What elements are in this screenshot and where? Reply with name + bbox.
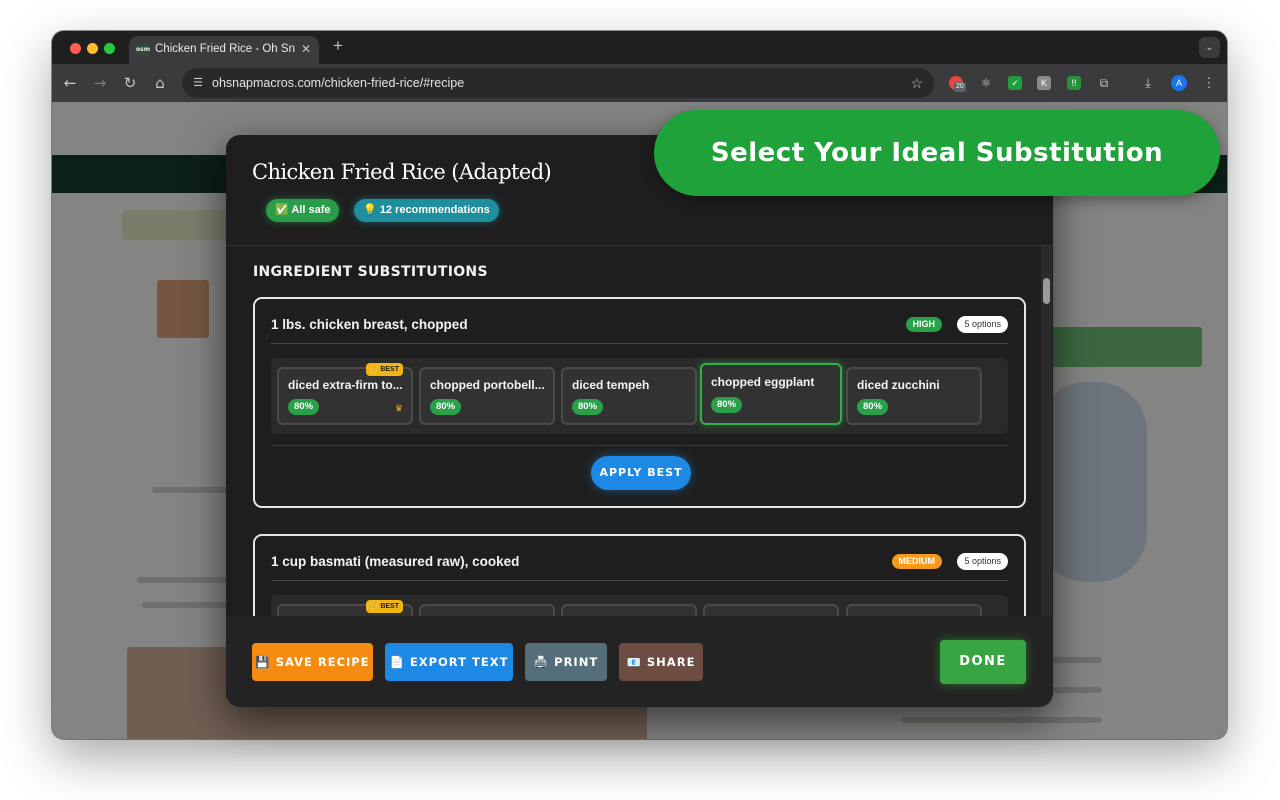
zoom-window-button[interactable] (104, 43, 115, 54)
substitution-option[interactable] (419, 604, 555, 616)
tab-title: Chicken Fried Rice - Oh Snap (155, 43, 295, 55)
green-extension-icon[interactable]: !! (1067, 76, 1081, 90)
substitution-option[interactable]: 👑 BEST (277, 600, 413, 616)
ingredient-card: 1 lbs. chicken breast, chopped HIGH 5 op… (253, 297, 1026, 508)
match-percent: 80% (288, 399, 320, 415)
print-button[interactable]: 🖨️ PRINT (525, 643, 607, 681)
best-badge: 👑 BEST (365, 600, 403, 613)
done-button[interactable]: DONE (940, 640, 1026, 684)
substitution-options-row: 👑 BEST (271, 595, 1008, 616)
substitution-option-selected[interactable]: chopped eggplant 80% (700, 363, 842, 425)
ingredient-card: 1 cup basmati (measured raw), cooked MED… (253, 534, 1026, 616)
match-percent: 80% (572, 399, 604, 415)
apply-best-button[interactable]: APPLY BEST (591, 456, 691, 490)
all-safe-pill: ✅ All safe (266, 199, 340, 222)
modal-footer: 💾 SAVE RECIPE 📄 EXPORT TEXT 🖨️ PRINT 📧 S… (226, 616, 1053, 707)
tab-search-icon[interactable]: ⌄ (1199, 37, 1220, 58)
url-text: ohsnapmacros.com/chicken-fried-rice/#rec… (212, 76, 465, 90)
profile-avatar[interactable]: A (1171, 75, 1187, 91)
substitution-option[interactable]: diced tempeh 80% (561, 367, 697, 425)
best-badge: 👑 BEST (365, 363, 403, 376)
address-bar[interactable]: ☰ ohsnapmacros.com/chicken-fried-rice/#r… (182, 68, 934, 98)
save-recipe-button[interactable]: 💾 SAVE RECIPE (252, 643, 373, 681)
match-percent: 80% (711, 397, 743, 413)
priority-badge: MEDIUM (891, 554, 942, 569)
checkmark-extension-icon[interactable]: ✓ (1008, 76, 1022, 90)
substitution-option[interactable]: 👑 BEST diced extra-firm to... 80% ♛ (277, 363, 413, 425)
back-icon[interactable]: ← (60, 73, 80, 93)
option-name: chopped portobell... (430, 378, 545, 392)
tab-bar: osm Chicken Fried Rice - Oh Snap ✕ + ⌄ (52, 31, 1227, 64)
match-percent: 80% (857, 399, 889, 415)
substitution-option[interactable]: chopped portobell... 80% (419, 367, 555, 425)
section-heading: INGREDIENT SUBSTITUTIONS (253, 264, 488, 280)
substitution-option[interactable] (561, 604, 697, 616)
card-divider (271, 580, 1008, 581)
instruction-banner: Select Your Ideal Substitution (654, 110, 1220, 196)
extensions-puzzle-icon[interactable]: ⧉ (1097, 76, 1111, 90)
ingredient-title: 1 cup basmati (measured raw), cooked (271, 554, 520, 569)
option-name: chopped eggplant (711, 375, 815, 389)
gray-extension-icon[interactable]: K (1037, 76, 1051, 90)
crown-icon: ♛ (394, 403, 403, 413)
export-text-button[interactable]: 📄 EXPORT TEXT (385, 643, 513, 681)
card-divider (271, 343, 1008, 344)
home-icon[interactable]: ⌂ (150, 73, 170, 93)
bookmark-star-icon[interactable]: ☆ (910, 74, 923, 92)
recipe-adaptation-modal: Chicken Fried Rice (Adapted) ✅ All safe … (226, 135, 1053, 707)
options-count-badge: 5 options (957, 553, 1008, 570)
substitution-option[interactable]: diced zucchini 80% (846, 367, 982, 425)
substitution-options-row: 👑 BEST diced extra-firm to... 80% ♛ chop… (271, 358, 1008, 434)
option-name: diced tempeh (572, 378, 650, 392)
forward-icon[interactable]: → (90, 73, 110, 93)
browser-tab[interactable]: osm Chicken Fried Rice - Oh Snap ✕ (129, 36, 319, 64)
modal-scrollbar[interactable] (1041, 246, 1052, 616)
new-tab-button[interactable]: + (329, 37, 347, 55)
modal-title: Chicken Fried Rice (Adapted) (252, 160, 552, 184)
priority-badge: HIGH (905, 317, 942, 332)
site-favicon: osm (136, 44, 150, 56)
scrollbar-thumb[interactable] (1043, 278, 1050, 304)
extension-count-badge: 20 (954, 82, 966, 92)
options-count-badge: 5 options (957, 316, 1008, 333)
browser-toolbar: ← → ↻ ⌂ ☰ ohsnapmacros.com/chicken-fried… (52, 64, 1227, 102)
download-icon[interactable]: ⤓ (1141, 76, 1155, 90)
card-divider (271, 445, 1008, 446)
reload-icon[interactable]: ↻ (120, 73, 140, 93)
react-devtools-icon[interactable]: ⚛ (979, 76, 993, 90)
modal-scroll-area[interactable]: INGREDIENT SUBSTITUTIONS 1 lbs. chicken … (226, 246, 1041, 616)
site-info-icon[interactable]: ☰ (190, 75, 206, 91)
match-percent: 80% (430, 399, 462, 415)
recommendations-pill: 💡 12 recommendations (354, 199, 499, 222)
option-name: diced extra-firm to... (288, 378, 403, 392)
close-tab-icon[interactable]: ✕ (299, 42, 313, 56)
menu-kebab-icon[interactable]: ⋮ (1202, 76, 1216, 90)
substitution-option[interactable] (703, 604, 839, 616)
minimize-window-button[interactable] (87, 43, 98, 54)
ingredient-title: 1 lbs. chicken breast, chopped (271, 317, 468, 332)
option-name: diced zucchini (857, 378, 940, 392)
close-window-button[interactable] (70, 43, 81, 54)
share-button[interactable]: 📧 SHARE (619, 643, 703, 681)
substitution-option[interactable] (846, 604, 982, 616)
